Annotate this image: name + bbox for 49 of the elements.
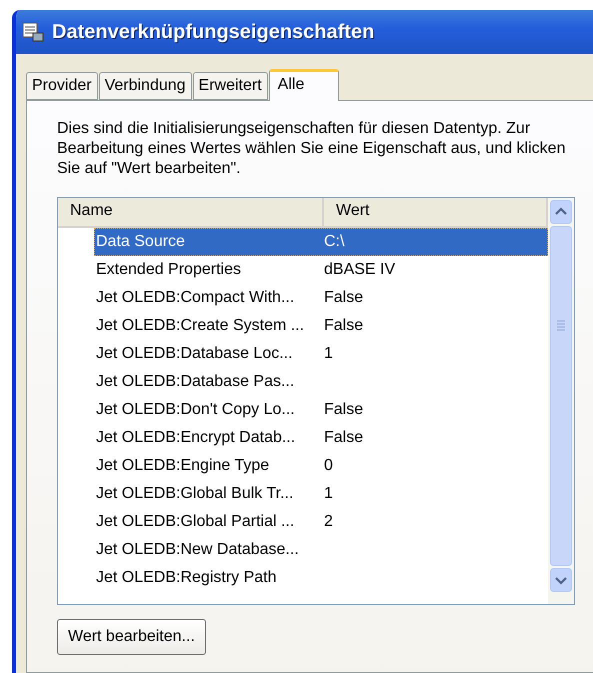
property-value: 2 [323,513,334,531]
property-row[interactable]: Jet OLEDB:Global Partial ... 2 [94,508,548,536]
property-name: Jet OLEDB:Encrypt Datab... [95,429,296,447]
property-name: Jet OLEDB:Global Bulk Tr... [95,485,294,503]
property-row[interactable]: Data Source C:\ [94,228,548,256]
property-row[interactable]: Jet OLEDB:Global Bulk Tr... 1 [94,480,548,508]
property-name: Jet OLEDB:Registry Path [95,569,278,587]
property-name: Jet OLEDB:New Database... [95,541,300,559]
tab[interactable]: Alle [268,69,340,101]
property-name: Jet OLEDB:Database Pas... [95,373,296,391]
property-value: False [323,317,364,335]
property-row[interactable]: Jet OLEDB:Create System ... False [94,312,548,340]
column-header[interactable]: Name [58,198,324,226]
property-value: False [323,429,364,447]
property-value: False [323,401,364,419]
property-row[interactable]: Jet OLEDB:Registry Path [94,564,548,592]
tab[interactable]: Verbindung [98,72,192,100]
property-row[interactable]: Extended Properties dBASE IV [94,256,548,284]
property-value: C:\ [323,233,346,251]
property-name: Jet OLEDB:Create System ... [95,317,306,335]
property-row[interactable]: Jet OLEDB:New Database... [94,536,548,564]
property-value: False [323,289,364,307]
property-row[interactable]: Jet OLEDB:Compact With... False [94,284,548,312]
description-text: Dies sind die Initialisierungseigenschaften für diesen Datentyp. Zur Bearbeitung eines Wertes wählen Sie eine Eigenschaft aus, und klicken Sie auf "Wert bearbeiten". [57,119,566,179]
property-row[interactable]: Jet OLEDB:Encrypt Datab... False [94,424,548,452]
property-name: Extended Properties [95,261,242,279]
scrollbar[interactable] [548,198,574,604]
property-name: Jet OLEDB:Database Loc... [95,345,294,363]
property-row[interactable]: Jet OLEDB:Engine Type 0 [94,452,548,480]
scroll-up-button[interactable] [550,200,572,224]
property-row[interactable]: Jet OLEDB:Database Pas... [94,368,548,396]
data-link-icon [22,21,44,43]
property-row[interactable]: Jet OLEDB:Don't Copy Lo... False [94,396,548,424]
property-row[interactable]: Jet OLEDB:Database Loc... 1 [94,340,548,368]
tab[interactable]: Erweitert [192,72,268,100]
property-name: Jet OLEDB:Global Partial ... [95,513,296,531]
scroll-thumb[interactable] [550,226,572,566]
property-name: Jet OLEDB:Engine Type [95,457,270,475]
property-value: 1 [323,485,334,503]
property-name: Data Source [95,233,186,251]
property-name: Jet OLEDB:Don't Copy Lo... [95,401,296,419]
window-title: Datenverknüpfungseigenschaften [52,20,374,44]
property-value: 0 [323,457,334,475]
property-value: dBASE IV [323,261,396,279]
tab[interactable]: Provider [26,72,98,100]
scroll-down-button[interactable] [550,568,572,592]
edit-value-button[interactable]: Wert bearbeiten... [57,619,206,655]
property-name: Jet OLEDB:Compact With... [95,289,296,307]
property-value: 1 [323,345,334,363]
